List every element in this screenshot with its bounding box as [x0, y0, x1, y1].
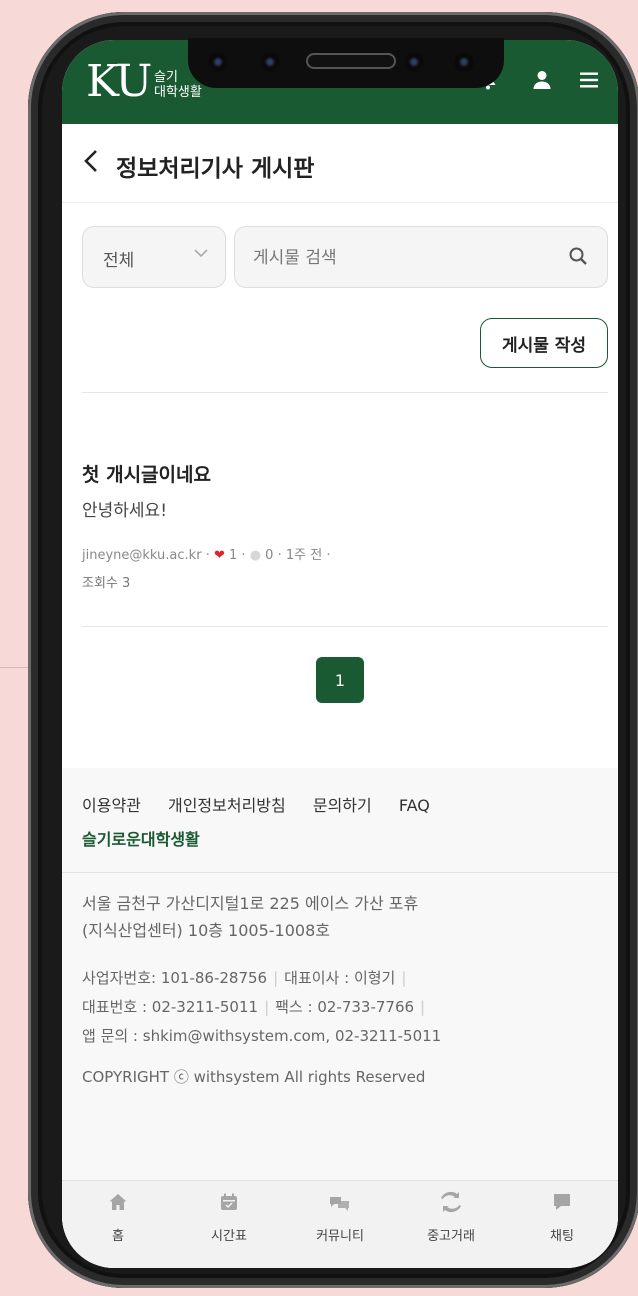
board-title-bar: 정보처리기사 게시판: [62, 124, 618, 203]
post-like-count: 1: [229, 548, 238, 563]
post-author: jineyne@kku.ac.kr: [82, 548, 202, 563]
app-contact: 앱 문의 : shkim@withsystem.com, 02-3211-501…: [82, 1027, 442, 1045]
camera-icon: [404, 52, 424, 72]
pagination-page-button[interactable]: 1: [316, 657, 364, 703]
app-logo[interactable]: KU: [86, 56, 152, 107]
divider: [82, 626, 608, 627]
calendar-icon: [179, 1191, 279, 1219]
hamburger-menu-icon[interactable]: [577, 68, 601, 98]
nav-item-chat[interactable]: 채팅: [512, 1191, 612, 1244]
footer-link-contact[interactable]: 문의하기: [313, 796, 372, 815]
post-comment-count: 0: [265, 548, 274, 563]
post-time: 1주 전: [285, 548, 323, 563]
heart-icon: ❤: [213, 548, 225, 563]
footer-link-faq[interactable]: FAQ: [399, 796, 430, 815]
nav-item-trade[interactable]: 중고거래: [401, 1191, 501, 1244]
write-post-button[interactable]: 게시물 작성: [480, 318, 608, 368]
trade-icon: [401, 1191, 501, 1219]
nav-label: 시간표: [211, 1229, 247, 1244]
speaker-grille: [306, 53, 396, 69]
nav-item-timetable[interactable]: 시간표: [179, 1191, 279, 1244]
divider: [82, 392, 608, 393]
nav-item-home[interactable]: 홈: [68, 1191, 168, 1244]
bottom-nav: 홈 시간표 커뮤니티 중고거래 채팅: [62, 1180, 618, 1268]
company-address: 서울 금천구 가산디지털1로 225 에이스 가산 포휴 (지식산업센터) 10…: [82, 890, 418, 944]
search-box: [234, 226, 608, 288]
back-button[interactable]: [80, 146, 104, 183]
page-title: 정보처리기사 게시판: [116, 156, 315, 182]
post-meta: jineyne@kku.ac.kr · ❤ 1 · ● 0 · 1주 전 ·: [82, 548, 331, 563]
biz-number: 사업자번호: 101-86-28756: [82, 969, 268, 987]
category-select-value: 전체: [103, 251, 135, 271]
chat-icon: [512, 1191, 612, 1219]
company-info: 사업자번호: 101-86-28756 | 대표이사 : 이형기 | 대표번호 : 0…: [82, 969, 442, 1045]
comment-icon: ●: [249, 548, 262, 563]
ceo-name: 대표이사 : 이형기: [284, 969, 396, 987]
post-title[interactable]: 첫 개시글이네요: [82, 460, 211, 487]
footer-brand: 슬기로운대학생활: [82, 830, 200, 849]
logo-sub-line: 대학생활: [154, 85, 202, 100]
address-line: (지식산업센터) 10층 1005-1008호: [82, 921, 330, 940]
category-select[interactable]: 전체: [82, 226, 226, 288]
phone-screen: KU 슬기 대학생활 정보처리기사 게시판 전체 게시물 작성: [62, 40, 618, 1268]
search-icon[interactable]: [563, 241, 593, 271]
phone-notch: [188, 38, 504, 88]
address-line: 서울 금천구 가산디지털1로 225 에이스 가산 포휴: [82, 894, 419, 913]
nav-label: 커뮤니티: [316, 1229, 364, 1244]
nav-item-community[interactable]: 커뮤니티: [290, 1191, 390, 1244]
search-input[interactable]: [251, 243, 555, 273]
sensor-icon: [208, 52, 228, 72]
chevron-down-icon: [193, 245, 209, 265]
camera-icon: [454, 52, 474, 72]
post-preview: 안녕하세요!: [82, 501, 168, 521]
nav-label: 채팅: [550, 1229, 574, 1244]
footer-links: 이용약관 개인정보처리방침 문의하기 FAQ: [82, 792, 452, 816]
chevron-left-icon: [84, 150, 97, 172]
nav-label: 홈: [112, 1229, 124, 1244]
footer-link-privacy[interactable]: 개인정보처리방침: [168, 796, 286, 815]
divider: [62, 872, 618, 873]
fax-number: 팩스 : 02-733-7766: [275, 998, 415, 1016]
home-icon: [68, 1191, 168, 1219]
user-icon[interactable]: [530, 68, 554, 98]
community-icon: [290, 1191, 390, 1219]
copyright: COPYRIGHT ⓒ withsystem All rights Reserv…: [82, 1068, 426, 1086]
post-view-count: 조회수 3: [82, 576, 131, 591]
nav-label: 중고거래: [427, 1229, 475, 1244]
phone-number: 대표번호 : 02-3211-5011: [82, 998, 259, 1016]
sensor-icon: [260, 52, 280, 72]
footer-link-terms[interactable]: 이용약관: [82, 796, 141, 815]
